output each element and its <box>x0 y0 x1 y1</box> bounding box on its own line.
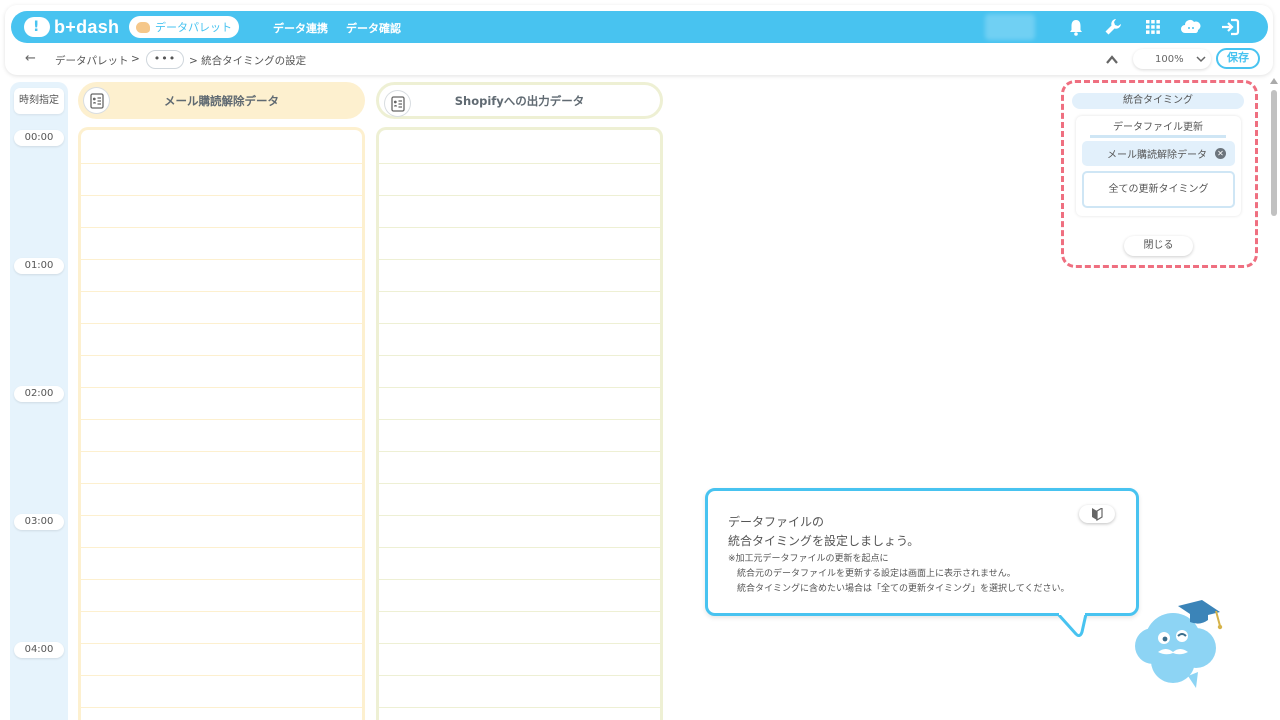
back-arrow-icon[interactable]: ← <box>25 51 36 66</box>
column-title: メール購読解除データ <box>164 93 279 108</box>
nav-data-integration[interactable]: データ連携 <box>273 20 328 36</box>
beginner-mark-button[interactable] <box>1079 505 1115 523</box>
guide-line-2: 統合タイミングを設定しましょう。 <box>728 534 920 548</box>
beginner-mark-icon <box>1092 507 1103 521</box>
scrollbar-up-arrow[interactable] <box>1270 78 1278 84</box>
user-info-blurred <box>985 14 1035 40</box>
time-label: 01:00 <box>14 258 64 274</box>
time-label: 04:00 <box>14 642 64 658</box>
logo[interactable]: b+dash <box>24 16 119 38</box>
column-timeline-shopify[interactable] <box>376 127 663 720</box>
chevron-down-icon <box>1195 53 1207 65</box>
chevron-up-icon[interactable] <box>1105 52 1119 66</box>
time-label: 00:00 <box>14 130 64 146</box>
grid-apps-icon[interactable] <box>1143 17 1163 37</box>
nav-data-palette[interactable]: データパレット <box>129 16 239 38</box>
logo-text: b+dash <box>54 16 120 37</box>
guide-note-2: 統合元のデータファイルを更新する設定は画面上に表示されません。 <box>737 569 1016 579</box>
panel-subtitle: データファイル更新 <box>1090 121 1226 138</box>
mascot-cloud-icon <box>1135 600 1223 688</box>
guide-note-3: 統合タイミングに含めたい場合は「全ての更新タイミング」を選択してください。 <box>737 584 1070 594</box>
wrench-icon[interactable] <box>1103 17 1123 37</box>
time-specify-header[interactable]: 時刻指定 <box>14 88 64 114</box>
file-list-icon <box>385 91 410 116</box>
breadcrumb-more-button[interactable]: ••• <box>146 50 184 69</box>
nav-data-palette-label: データパレット <box>155 21 232 34</box>
logo-icon <box>24 17 50 37</box>
bubble-tail <box>1056 612 1088 637</box>
logout-icon[interactable] <box>1220 17 1240 37</box>
zoom-select[interactable]: 100% <box>1133 49 1211 69</box>
all-timings-option[interactable]: 全ての更新タイミング <box>1082 171 1235 208</box>
column-timeline-unsubscribe[interactable] <box>78 127 365 720</box>
bell-icon[interactable] <box>1066 17 1086 37</box>
column-header-shopify[interactable]: Shopifyへの出力データ <box>376 82 663 119</box>
selected-file-chip[interactable]: メール購読解除データ ✕ <box>1082 141 1235 166</box>
time-label: 02:00 <box>14 386 64 402</box>
guide-note-1: ※加工元データファイルの更新を起点に <box>728 554 889 564</box>
nav-data-check[interactable]: データ確認 <box>346 20 401 36</box>
chip-label: メール購読解除データ <box>1107 150 1207 161</box>
close-panel-button[interactable]: 閉じる <box>1124 236 1193 256</box>
time-label: 03:00 <box>14 514 64 530</box>
palette-icon <box>136 21 150 33</box>
column-header-unsubscribe[interactable]: メール購読解除データ <box>78 82 365 119</box>
guide-line-1: データファイルの <box>728 515 825 529</box>
file-list-icon <box>84 88 109 113</box>
scrollbar-thumb[interactable] <box>1271 90 1277 216</box>
column-title: Shopifyへの出力データ <box>454 93 585 108</box>
zoom-value: 100% <box>1155 53 1184 65</box>
panel-title: 統合タイミング <box>1072 93 1244 109</box>
remove-chip-icon[interactable]: ✕ <box>1215 148 1226 159</box>
breadcrumb-current: > 統合タイミングの設定 <box>189 55 307 67</box>
breadcrumb-data-palette[interactable]: データパレット <box>55 53 129 68</box>
breadcrumb-separator: > <box>131 53 140 65</box>
support-cloud-icon[interactable] <box>1181 17 1201 37</box>
save-button[interactable]: 保存 <box>1216 48 1260 69</box>
